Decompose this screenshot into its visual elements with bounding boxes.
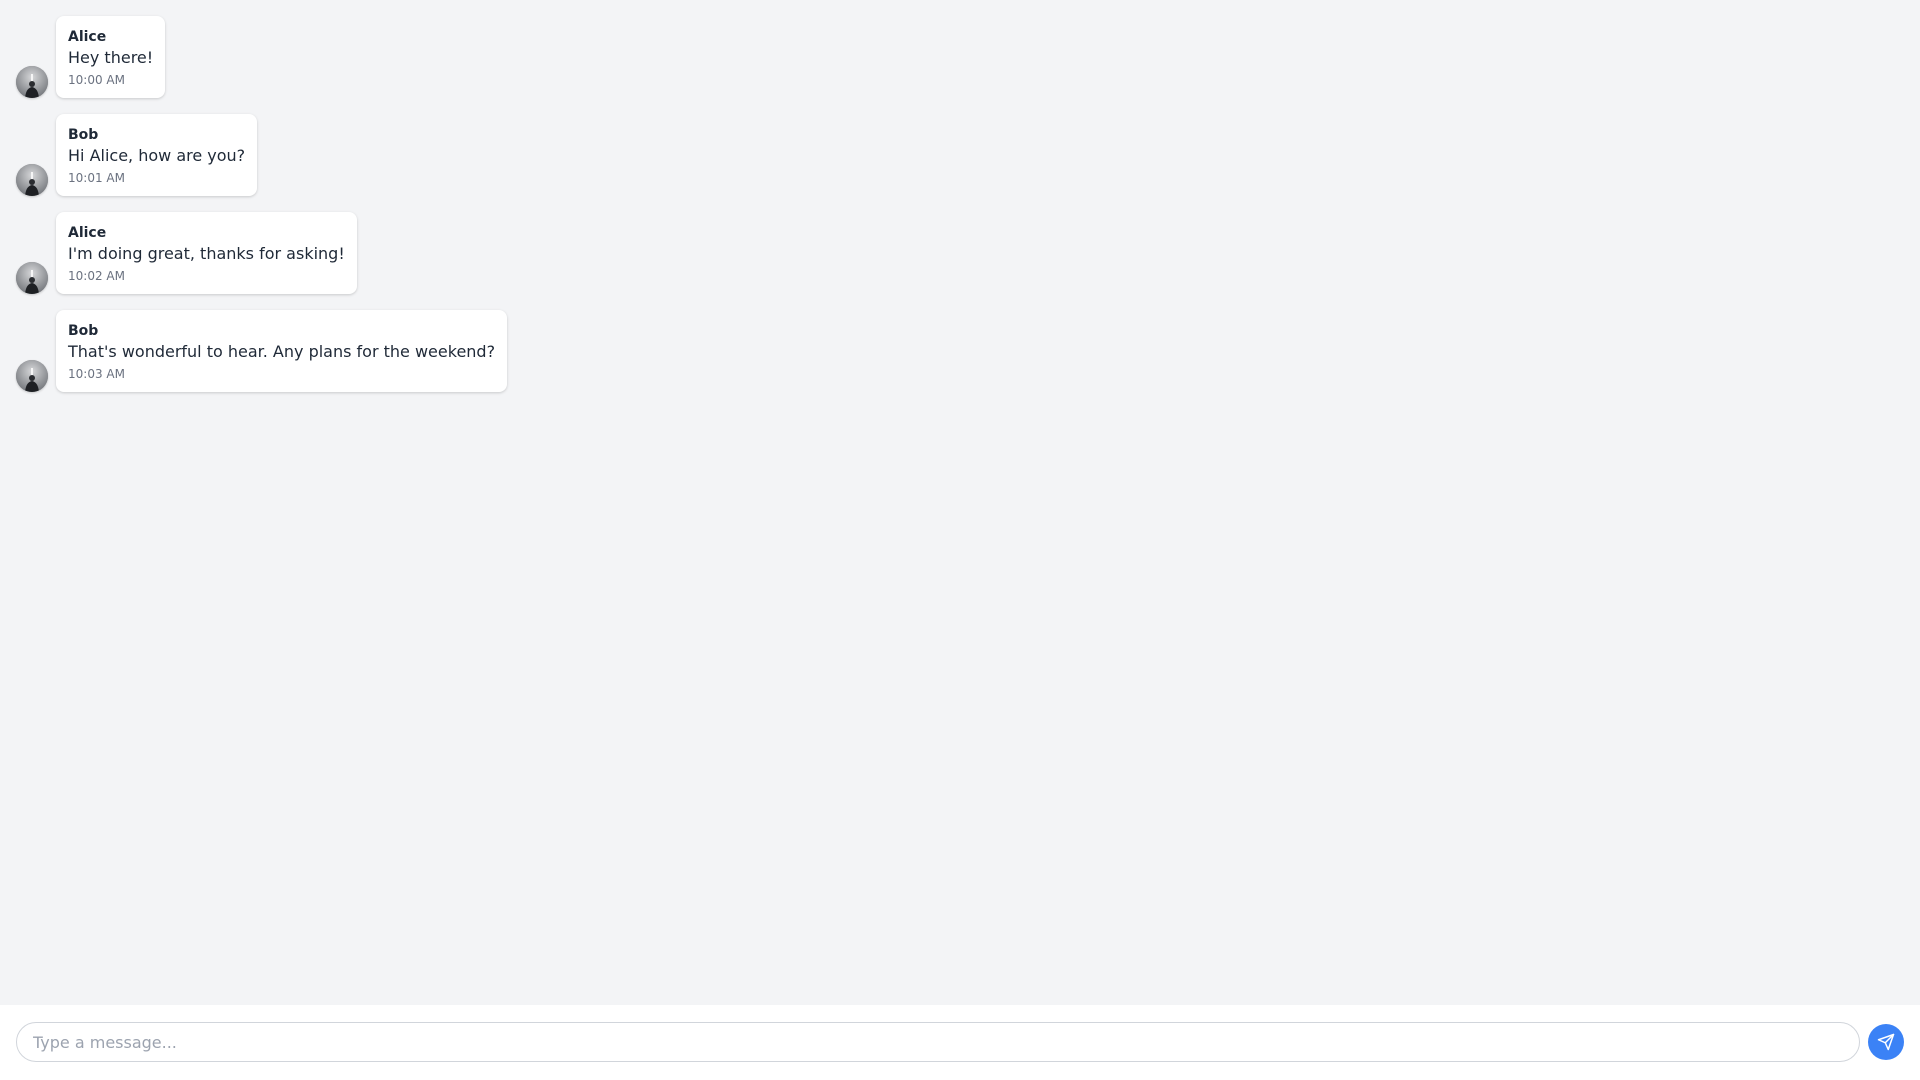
message-bubble: Alice I'm doing great, thanks for asking… xyxy=(56,212,357,294)
message-timestamp: 10:00 AM xyxy=(68,73,125,87)
message-item: Bob Hi Alice, how are you? 10:01 AM xyxy=(16,114,1904,196)
message-timestamp: 10:03 AM xyxy=(68,367,125,381)
user-avatar-icon xyxy=(16,66,48,98)
message-sender: Bob xyxy=(68,323,99,339)
message-list[interactable]: Alice Hey there! 10:00 AM Bob Hi Alice, … xyxy=(0,0,1920,1005)
message-item: Bob That's wonderful to hear. Any plans … xyxy=(16,310,1904,392)
message-text: I'm doing great, thanks for asking! xyxy=(68,244,345,263)
message-item: Alice Hey there! 10:00 AM xyxy=(16,16,1904,98)
user-avatar-icon xyxy=(16,360,48,392)
chat-app: Alice Hey there! 10:00 AM Bob Hi Alice, … xyxy=(0,0,1920,1080)
message-timestamp: 10:02 AM xyxy=(68,269,125,283)
user-avatar-icon xyxy=(16,164,48,196)
message-bubble: Bob That's wonderful to hear. Any plans … xyxy=(56,310,508,392)
user-avatar-icon xyxy=(16,262,48,294)
message-timestamp: 10:01 AM xyxy=(68,171,125,185)
message-text: That's wonderful to hear. Any plans for … xyxy=(68,342,496,361)
message-text: Hey there! xyxy=(68,48,154,67)
message-text: Hi Alice, how are you? xyxy=(68,146,246,165)
message-bubble: Alice Hey there! 10:00 AM xyxy=(56,16,166,98)
message-item: Alice I'm doing great, thanks for asking… xyxy=(16,212,1904,294)
message-composer xyxy=(0,1005,1920,1080)
message-input[interactable] xyxy=(16,1022,1860,1062)
message-sender: Alice xyxy=(68,225,107,241)
send-icon xyxy=(1877,1033,1895,1051)
send-button[interactable] xyxy=(1868,1024,1904,1060)
message-sender: Alice xyxy=(68,29,107,45)
message-bubble: Bob Hi Alice, how are you? 10:01 AM xyxy=(56,114,258,196)
message-sender: Bob xyxy=(68,127,99,143)
